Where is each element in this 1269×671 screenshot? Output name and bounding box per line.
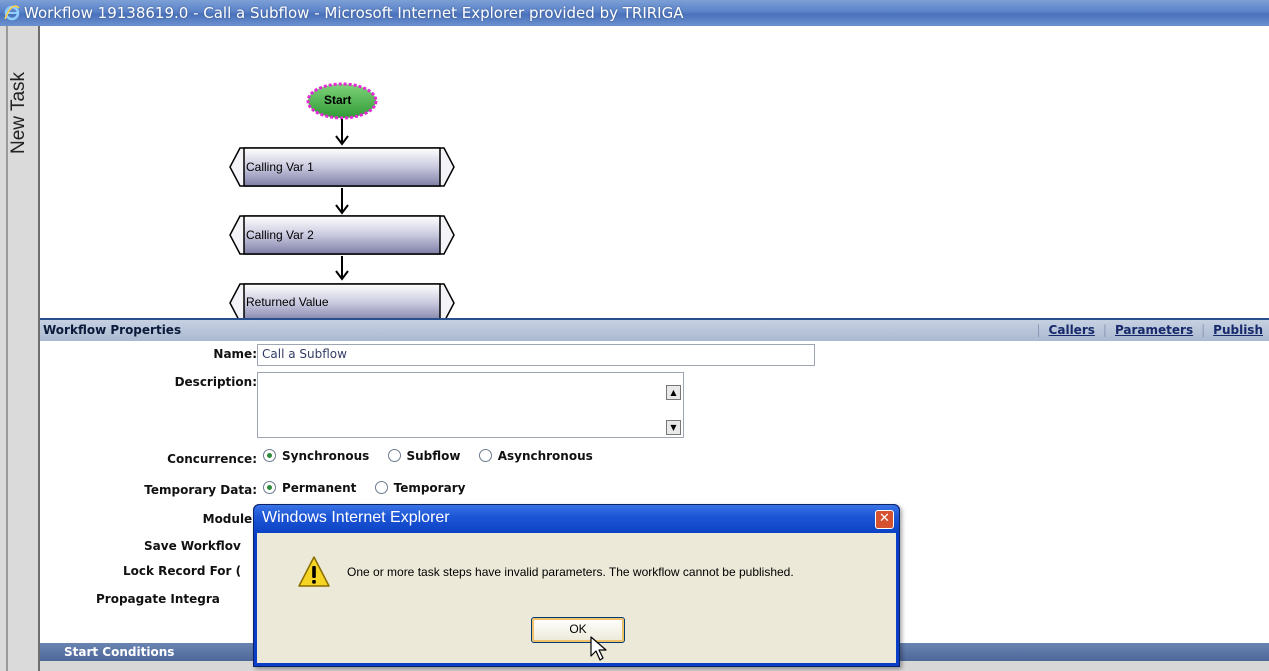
properties-links: | Callers | Parameters | Publish xyxy=(1029,323,1264,337)
step-label: Calling Var 2 xyxy=(246,228,314,242)
link-separator: | xyxy=(1102,323,1107,337)
dialog-body: One or more task steps have invalid para… xyxy=(257,533,896,663)
permanent-radio[interactable] xyxy=(263,481,276,494)
workflow-diagram xyxy=(229,82,455,318)
permanent-label: Permanent xyxy=(282,481,357,495)
callers-link[interactable]: Callers xyxy=(1049,323,1095,337)
workflow-canvas[interactable]: Start Calling Var 1 Calling Var 2 Return… xyxy=(40,26,1269,318)
publish-link[interactable]: Publish xyxy=(1213,323,1263,337)
lock-record-label: Lock Record For ( xyxy=(123,564,242,578)
warning-icon xyxy=(298,556,330,587)
start-conditions-label: Start Conditions xyxy=(64,645,175,659)
temporary-label: Temporary xyxy=(393,481,466,495)
properties-title: Workflow Properties xyxy=(43,323,182,337)
description-field[interactable]: ▲ ▼ xyxy=(257,372,684,438)
description-label: Description: xyxy=(174,375,257,389)
name-label: Name: xyxy=(213,347,257,361)
dialog-title-bar[interactable]: Windows Internet Explorer ✕ xyxy=(254,505,899,533)
subflow-radio[interactable] xyxy=(387,449,401,462)
step-label: Returned Value xyxy=(246,295,329,309)
step-label: Calling Var 1 xyxy=(246,160,314,174)
flow-arrow xyxy=(335,188,349,215)
asynchronous-label: Asynchronous xyxy=(497,449,593,463)
module-label: Module: xyxy=(202,512,257,526)
side-tab-divider xyxy=(6,26,8,671)
link-separator: | xyxy=(1036,323,1041,337)
concurrence-label: Concurrence: xyxy=(167,452,257,466)
subflow-label: Subflow xyxy=(406,449,461,463)
temporary-data-label: Temporary Data: xyxy=(144,483,257,497)
propagate-integrity-label: Propagate Integra xyxy=(96,592,220,606)
flow-arrow xyxy=(335,119,349,146)
temporary-data-radio-group: Permanent Temporary xyxy=(263,481,479,495)
dialog-title: Windows Internet Explorer xyxy=(262,509,450,526)
new-task-tab[interactable]: New Task xyxy=(4,72,34,202)
scroll-down-icon[interactable]: ▼ xyxy=(666,420,681,435)
scroll-up-icon[interactable]: ▲ xyxy=(666,385,681,400)
dialog-message: One or more task steps have invalid para… xyxy=(347,565,794,579)
asynchronous-radio[interactable] xyxy=(478,449,492,462)
workflow-properties-header: Workflow Properties | Callers | Parameters |… xyxy=(40,318,1269,343)
start-node-label: Start xyxy=(324,93,352,107)
flow-arrow xyxy=(335,256,349,281)
link-separator: | xyxy=(1201,323,1206,337)
parameters-link[interactable]: Parameters xyxy=(1115,323,1193,337)
window-title-bar: Workflow 19138619.0 - Call a Subflow - M… xyxy=(0,0,1269,26)
temporary-radio[interactable] xyxy=(374,481,388,494)
save-workflow-label: Save Workflov xyxy=(144,539,241,553)
ie-icon xyxy=(4,5,20,21)
alert-dialog: Windows Internet Explorer ✕ One or more … xyxy=(253,504,900,667)
synchronous-label: Synchronous xyxy=(282,449,370,463)
name-field[interactable]: Call a Subflow xyxy=(257,344,815,366)
mouse-cursor-icon xyxy=(590,636,607,661)
window-title: Workflow 19138619.0 - Call a Subflow - M… xyxy=(24,4,684,22)
concurrence-radio-group: Synchronous Subflow Asynchronous xyxy=(263,449,607,463)
synchronous-radio[interactable] xyxy=(263,449,276,462)
close-icon[interactable]: ✕ xyxy=(875,510,894,529)
